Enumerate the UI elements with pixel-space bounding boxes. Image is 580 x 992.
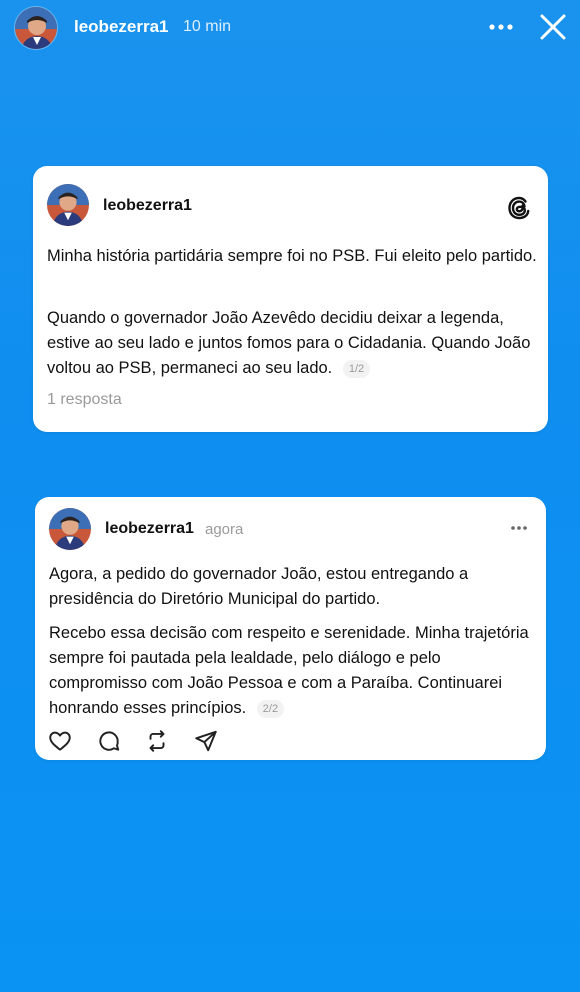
post-text: Minha história partidária sempre foi no … — [47, 247, 537, 265]
threads-logo-icon — [505, 194, 533, 222]
threads-post-card[interactable]: leobezerra1 Minha história partidária se… — [33, 166, 548, 432]
story-username[interactable]: leobezerra1 — [74, 17, 169, 37]
post-text-content: Recebo essa decisão com respeito e seren… — [49, 624, 529, 717]
avatar[interactable] — [49, 508, 91, 550]
post-username[interactable]: leobezerra1 — [105, 520, 194, 538]
reply-count[interactable]: 1 resposta — [47, 391, 122, 409]
story-timestamp: 10 min — [183, 18, 232, 35]
avatar[interactable] — [14, 6, 58, 50]
avatar[interactable] — [47, 184, 89, 226]
thread-pager-badge: 2/2 — [256, 699, 285, 718]
post-timestamp: agora — [205, 521, 244, 538]
post-actions — [47, 728, 247, 756]
post-text: Recebo essa decisão com respeito e seren… — [49, 621, 539, 721]
close-icon[interactable] — [534, 8, 572, 46]
heart-icon[interactable] — [47, 728, 73, 754]
post-text: Quando o governador João Azevêdo decidiu… — [47, 306, 542, 381]
thread-pager-badge: 1/2 — [342, 359, 371, 378]
repost-icon[interactable] — [144, 728, 170, 754]
comment-icon[interactable] — [96, 728, 122, 754]
more-horizontal-icon[interactable] — [507, 519, 531, 537]
post-username[interactable]: leobezerra1 — [103, 197, 192, 215]
more-horizontal-icon[interactable] — [486, 12, 518, 42]
post-text-content: Quando o governador João Azevêdo decidiu… — [47, 309, 531, 377]
threads-post-card[interactable]: leobezerra1 agora Agora, a pedido do gov… — [35, 497, 546, 760]
post-text: Agora, a pedido do governador João, esto… — [49, 565, 469, 608]
share-icon[interactable] — [193, 728, 219, 754]
story-header: leobezerra1 10 min — [0, 0, 580, 58]
